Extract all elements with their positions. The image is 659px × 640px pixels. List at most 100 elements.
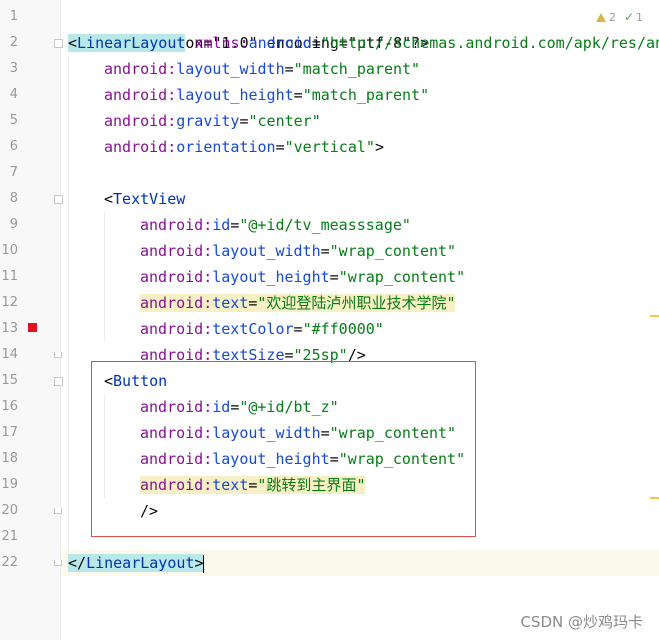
fold-open-icon[interactable] [54,39,63,48]
fold-close-icon[interactable] [54,508,62,514]
fold-close-icon[interactable] [54,560,62,566]
attr-equals: = [320,242,330,260]
attr-value: "vertical" [284,138,375,156]
line-number: 17 [1,425,18,440]
highlight-rectangle [91,361,476,537]
attr-namespace: android: [104,86,177,104]
code-line-10[interactable]: android:layout_width="wrap_content" [140,238,456,264]
indent-guide [104,212,105,342]
attr-value: "@+id/tv_measssage" [239,216,411,234]
check-icon: ✓ [623,10,634,24]
line-number: 4 [9,87,18,102]
fold-close-icon[interactable] [54,352,62,358]
attr-name: gravity [176,112,240,130]
attr-namespace: android: [140,268,213,286]
tag-open-bracket: </ [68,554,87,572]
line-number: 21 [1,529,18,544]
attr-value: "match_parent" [302,86,430,104]
attr-value: "wrap_content" [338,268,466,286]
code-line-4[interactable]: android:layout_height="match_parent" [104,82,429,108]
line-number: 8 [9,191,18,206]
weak-warnings-indicator[interactable]: ✓ 1 [624,10,643,24]
line-number: 2 [9,35,18,50]
warning-stripe-marker[interactable] [650,497,659,499]
warnings-count: 2 [608,10,616,24]
attr-name: id [212,216,231,234]
attr-namespace: android: [104,138,177,156]
attr-value: "center" [248,112,321,130]
watermark-text: CSDN @炒鸡玛卡 [520,613,643,631]
attr-value: "match_parent" [293,60,421,78]
attr-value: "http://schemas.android.com/apk/res/an [320,34,659,52]
line-number: 20 [1,503,18,518]
line-number: 9 [9,217,18,232]
line-number: 14 [1,347,18,362]
attr-namespace: android: [140,242,213,260]
warning-stripe-marker[interactable] [650,315,659,317]
tag-open-bracket: < [68,34,78,52]
attr-equals: = [293,320,303,338]
attr-name: layout_width [176,60,285,78]
attr-name: orientation [176,138,276,156]
attr-equals: = [329,268,339,286]
line-number: 6 [9,139,18,154]
fold-open-icon[interactable] [54,377,63,386]
attr-value: "wrap_content" [329,242,457,260]
indent-guide [68,56,69,550]
line-number: 13 [1,321,18,336]
attr-equals: = [230,216,240,234]
attr-equals: = [293,86,303,104]
attr-name: layout_height [212,268,330,286]
inspection-widget[interactable]: 2 ✓ 1 [595,10,643,24]
code-line-3[interactable]: android:layout_width="match_parent" [104,56,420,82]
attr-equals: = [275,138,285,156]
attr-namespace: android: [104,60,177,78]
tag-open-bracket: < [104,190,114,208]
breakpoint-icon[interactable] [28,323,37,332]
attr-namespace: android: [140,294,213,312]
tag-close-bracket: > [194,554,204,572]
line-number: 19 [1,477,18,492]
line-number: 15 [1,373,18,388]
warnings-indicator[interactable]: 2 [595,10,616,24]
code-line-9[interactable]: android:id="@+id/tv_measssage" [140,212,411,238]
code-line-12[interactable]: android:text="欢迎登陆泸州职业技术学院" [140,290,456,316]
fold-open-icon[interactable] [54,195,63,204]
code-line-1[interactable]: <?xml version="1.0" encoding="utf-8"?> [68,4,429,52]
code-line-5[interactable]: android:gravity="center" [104,108,321,134]
code-line-2[interactable]: <LinearLayout xmlns:android="http://sche… [68,30,659,56]
tag-name: LinearLayout [77,34,186,52]
attr-namespace: android: [140,216,213,234]
line-number: 16 [1,399,18,414]
code-line-13[interactable]: android:textColor="#ff0000" [140,316,384,342]
code-line-11[interactable]: android:layout_height="wrap_content" [140,264,465,290]
tag-close-bracket: > [374,138,384,156]
tag-name: TextView [113,190,186,208]
attr-equals: = [239,112,249,130]
line-number: 10 [1,243,18,258]
line-number: 3 [9,61,18,76]
line-number: 18 [1,451,18,466]
attr-namespace: android: [140,320,213,338]
attr-namespace: android: [104,112,177,130]
line-number: 1 [9,9,18,24]
attr-namespace: xmlns: [185,34,249,52]
line-number: 11 [1,269,18,284]
tag-name: LinearLayout [86,554,195,572]
warning-triangle-icon [595,13,606,22]
line-number: 22 [1,555,18,570]
attr-name: textColor [212,320,294,338]
code-line-6[interactable]: android:orientation="vertical"> [104,134,384,160]
line-number: 5 [9,113,18,128]
attr-name: layout_height [176,86,294,104]
line-number: 7 [9,165,18,180]
text-cursor [203,554,205,573]
attr-value: "#ff0000" [302,320,384,338]
weak-warnings-count: 1 [636,11,643,24]
attr-name: android [248,34,312,52]
attr-value: "欢迎登陆泸州职业技术学院" [257,294,456,312]
code-line-8[interactable]: <TextView [104,186,185,212]
code-line-22[interactable]: </LinearLayout> [68,550,205,576]
attr-equals: = [311,34,321,52]
line-number: 12 [1,295,18,310]
